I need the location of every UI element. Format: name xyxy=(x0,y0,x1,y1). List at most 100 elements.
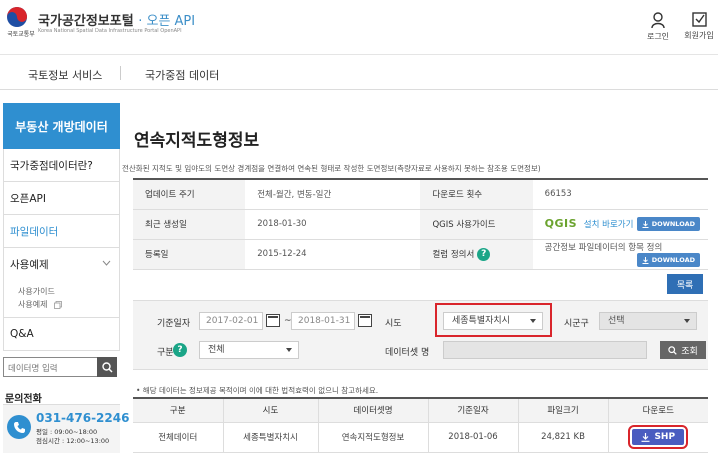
nav-divider xyxy=(120,66,121,80)
column-def-download-button[interactable]: DOWNLOAD xyxy=(636,253,700,267)
page-description: 전산화된 지적도 및 임야도의 도면상 경계점을 연결하여 연속된 형태로 작성… xyxy=(122,164,541,173)
copy-icon xyxy=(54,300,62,309)
column-def-cell: 컬럼 정의서? xyxy=(420,239,533,270)
shp-label: SHP xyxy=(654,432,676,442)
calendar-icon[interactable] xyxy=(358,314,372,327)
sidebar-submenu: 사용가이드 사용예제 xyxy=(3,281,120,318)
shp-download-button[interactable]: SHP xyxy=(628,425,689,449)
last-created-label: 최근 생성일 xyxy=(133,209,246,240)
download-icon xyxy=(641,432,650,442)
sidebar: 부동산 개방데이터 국가중점데이터란? 오픈API 파일데이터 사용예제 사용가… xyxy=(3,103,120,351)
download-label: DOWNLOAD xyxy=(651,220,695,228)
sidebar-item-file-data[interactable]: 파일데이터 xyxy=(3,215,120,248)
date-label: 기준일자 xyxy=(157,319,191,329)
highlight-box xyxy=(435,303,552,337)
chevron-down-icon xyxy=(102,260,111,266)
sidebar-item-examples[interactable]: 사용예제 xyxy=(3,248,120,281)
search-button[interactable] xyxy=(97,357,117,377)
column-def-cell-value: 공간정보 파일데이터의 항목 정의 DOWNLOAD xyxy=(532,239,708,270)
help-icon[interactable]: ? xyxy=(173,343,187,357)
download-count-label: 다운로드 횟수 xyxy=(420,179,533,210)
date-from-input[interactable]: 2017-02-01 xyxy=(199,312,263,330)
dataset-label: 데이터셋 명 xyxy=(385,348,430,358)
col-header: 파일크기 xyxy=(518,398,609,423)
help-icon[interactable]: ? xyxy=(477,247,491,261)
dataset-name-input[interactable] xyxy=(443,341,647,359)
sidebar-search-input[interactable]: 데이터명 입력 xyxy=(3,357,117,377)
dataset-info-table: 업데이트 주기 전체-월간, 변동-일간 다운로드 횟수 66153 최근 생성… xyxy=(133,178,708,270)
date-to-input[interactable]: 2018-01-31 xyxy=(291,312,355,330)
query-button[interactable]: 조회 xyxy=(660,341,706,359)
sido-label: 시도 xyxy=(385,319,402,329)
portal-title-text: 국가공간정보포털 xyxy=(38,14,134,29)
qgis-install-link[interactable]: 설치 바로가기 xyxy=(584,220,634,230)
nav-item-land-info[interactable]: 국토정보 서비스 xyxy=(28,67,102,83)
download-count-value: 66153 xyxy=(532,179,708,210)
sigungu-value: 선택 xyxy=(608,316,625,326)
registered-value: 2015-12-24 xyxy=(245,239,421,270)
type-label: 구분 xyxy=(157,348,174,358)
sidebar-item-label: 오픈API xyxy=(10,192,46,205)
update-cycle-label: 업데이트 주기 xyxy=(133,179,246,210)
qgis-logo: QGIS xyxy=(544,217,578,230)
main-content: 연속지적도형정보 전산화된 지적도 및 임야도의 도면상 경계점을 연결하여 연… xyxy=(122,0,718,453)
legal-notice: • 해당 데이터는 정보제공 목적이며 이에 대한 법적효력이 없으니 참고하세… xyxy=(136,386,379,395)
sidebar-title: 부동산 개방데이터 xyxy=(3,103,120,149)
search-placeholder: 데이터명 입력 xyxy=(8,364,58,374)
page-title: 연속지적도형정보 xyxy=(134,131,260,151)
search-icon xyxy=(101,361,113,373)
type-select[interactable]: 전체 xyxy=(199,341,299,359)
update-cycle-value: 전체-월간, 변동-일간 xyxy=(245,179,421,210)
contact-box: 031-476-2246 평일 : 09:00~18:00 점심시간 : 12:… xyxy=(3,404,129,453)
hours-weekday: 평일 : 09:00~18:00 xyxy=(36,428,98,436)
dropdown-arrow-icon xyxy=(684,319,690,323)
download-label: DOWNLOAD xyxy=(651,256,695,264)
row-type: 전체데이터 xyxy=(133,422,224,453)
sidebar-item-label: 사용예제 xyxy=(10,259,49,271)
sidebar-sub-guide[interactable]: 사용가이드 xyxy=(18,285,119,298)
table-row: 전체데이터 세종특별자치시 연속지적도형정보 2018-01-06 24,821… xyxy=(133,422,708,453)
col-header: 시도 xyxy=(223,398,319,423)
col-header: 데이터셋명 xyxy=(318,398,429,423)
hours-lunch: 점심시간 : 12:00~13:00 xyxy=(36,437,110,445)
sigungu-select[interactable]: 선택 xyxy=(599,312,697,330)
sidebar-item-label: 국가중점데이터란? xyxy=(10,159,93,172)
search-icon xyxy=(668,345,677,355)
info-row: 업데이트 주기 전체-월간, 변동-일간 다운로드 횟수 66153 xyxy=(133,179,708,210)
column-def-value: 공간정보 파일데이터의 항목 정의 xyxy=(544,243,663,253)
phone-icon xyxy=(7,415,31,439)
row-sido: 세종특별자치시 xyxy=(223,422,319,453)
results-table: 구분 시도 데이터셋명 기준일자 파일크기 다운로드 전체데이터 세종특별자치시… xyxy=(133,397,708,453)
qgis-guide-cell: QGIS 설치 바로가기 DOWNLOAD xyxy=(532,209,708,240)
col-header: 다운로드 xyxy=(608,398,708,423)
contact-hours: 평일 : 09:00~18:00 점심시간 : 12:00~13:00 xyxy=(36,428,109,446)
qgis-download-button[interactable]: DOWNLOAD xyxy=(636,217,700,231)
sidebar-sub-label: 사용예제 xyxy=(18,300,48,309)
qgis-guide-label: QGIS 사용가이드 xyxy=(420,209,533,240)
download-icon xyxy=(642,256,649,264)
calendar-icon[interactable] xyxy=(266,314,280,327)
ministry-name: 국토교통부 xyxy=(7,31,35,38)
list-button[interactable]: 목록 xyxy=(667,274,703,294)
column-def-label: 컬럼 정의서 xyxy=(432,249,475,260)
sidebar-sub-examples[interactable]: 사용예제 xyxy=(18,298,119,311)
sidebar-item-label: Q&A xyxy=(10,328,34,340)
sidebar-item-qna[interactable]: Q&A xyxy=(3,318,120,351)
registered-label: 등록일 xyxy=(133,239,246,270)
sidebar-item-openapi[interactable]: 오픈API xyxy=(3,182,120,215)
row-dataset: 연속지적도형정보 xyxy=(318,422,429,453)
table-header-row: 구분 시도 데이터셋명 기준일자 파일크기 다운로드 xyxy=(133,398,708,423)
query-label: 조회 xyxy=(681,346,698,357)
sidebar-item-about[interactable]: 국가중점데이터란? xyxy=(3,149,120,182)
col-header: 구분 xyxy=(133,398,224,423)
filter-panel: 기준일자 2017-02-01 ~ 2018-01-31 시도 세종특별자치시 … xyxy=(133,300,708,370)
last-created-value: 2018-01-30 xyxy=(245,209,421,240)
row-size: 24,821 KB xyxy=(518,422,609,453)
info-row: 최근 생성일 2018-01-30 QGIS 사용가이드 QGIS 설치 바로가… xyxy=(133,209,708,240)
taegeuk-logo-icon xyxy=(7,7,27,27)
row-download-cell: SHP xyxy=(608,422,708,453)
type-value: 전체 xyxy=(208,345,225,355)
contact-title: 문의전화 xyxy=(5,394,42,405)
row-date: 2018-01-06 xyxy=(428,422,519,453)
col-header: 기준일자 xyxy=(428,398,519,423)
